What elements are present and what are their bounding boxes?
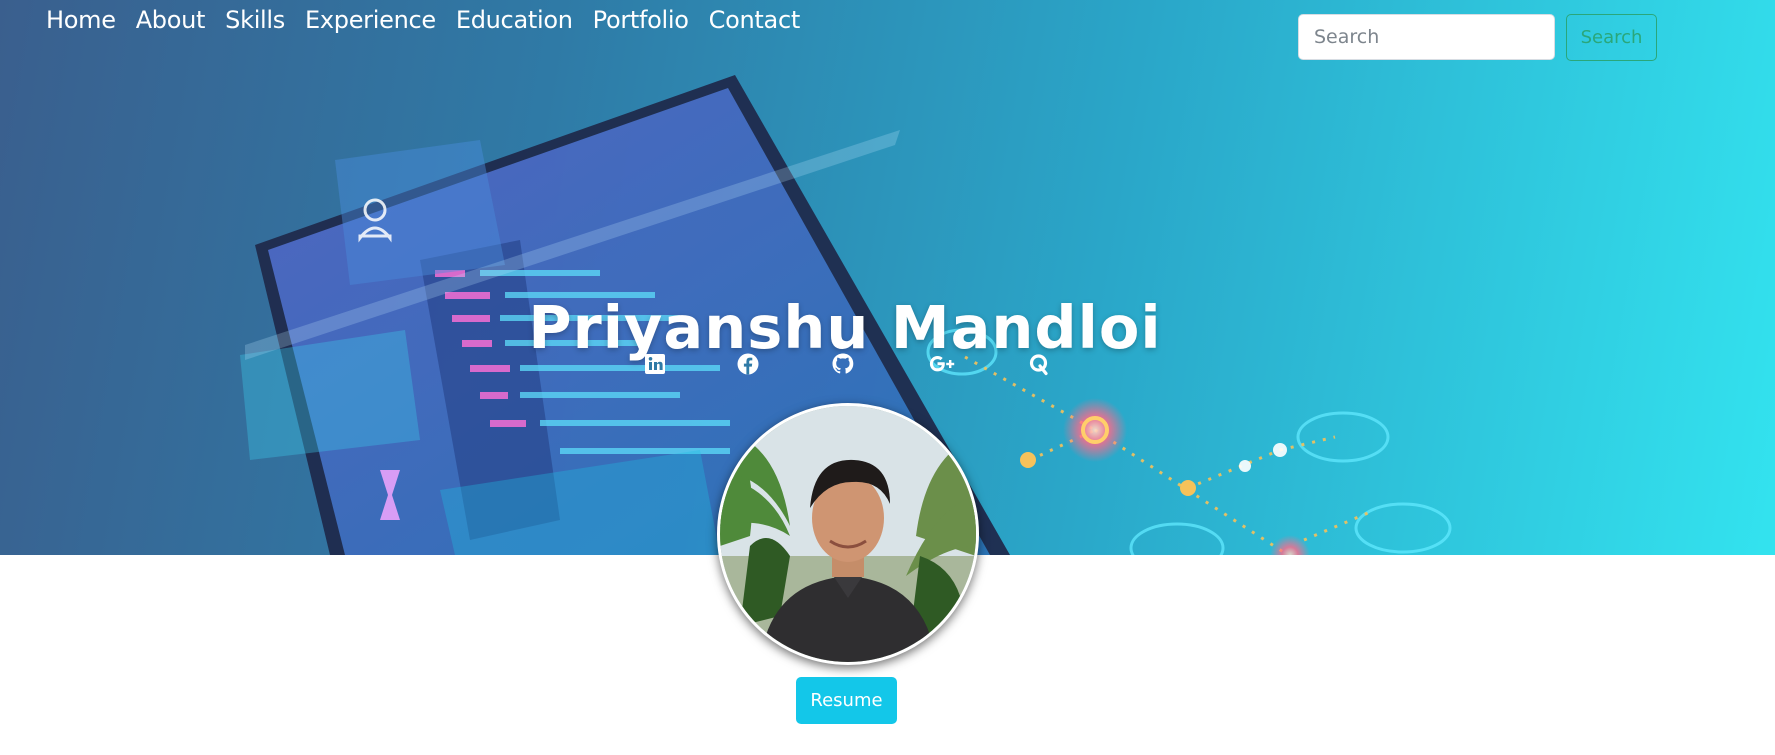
quora-icon[interactable]	[1027, 352, 1051, 376]
nav-link-about[interactable]: About	[136, 4, 206, 36]
search-button[interactable]: Search	[1566, 14, 1657, 61]
main-nav: Home About Skills Experience Education P…	[46, 4, 800, 36]
nav-link-portfolio[interactable]: Portfolio	[593, 4, 689, 36]
nav-link-skills[interactable]: Skills	[225, 4, 285, 36]
google-plus-icon[interactable]	[929, 352, 957, 376]
nav-link-contact[interactable]: Contact	[709, 4, 801, 36]
resume-button[interactable]: Resume	[796, 677, 897, 724]
facebook-icon[interactable]	[736, 352, 760, 376]
linkedin-icon[interactable]	[643, 352, 667, 376]
nav-link-education[interactable]: Education	[456, 4, 573, 36]
github-icon[interactable]	[831, 352, 855, 376]
nav-link-experience[interactable]: Experience	[305, 4, 436, 36]
profile-photo	[717, 403, 979, 665]
search-input[interactable]	[1298, 14, 1555, 60]
page: Home About Skills Experience Education P…	[0, 0, 1775, 755]
nav-link-home[interactable]: Home	[46, 4, 116, 36]
